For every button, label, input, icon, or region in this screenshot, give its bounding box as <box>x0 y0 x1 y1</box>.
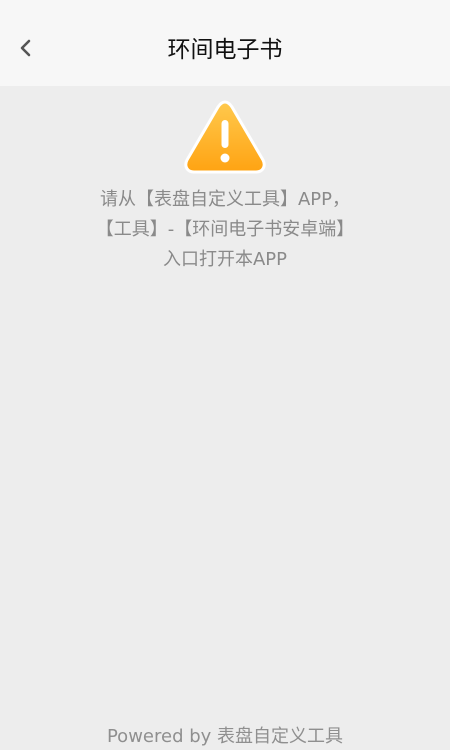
warning-icon <box>184 100 266 174</box>
notice-line: 请从【表盘自定义工具】APP， <box>99 189 351 210</box>
notice-message: 请从【表盘自定义工具】APP， 【工具】-【环间电子书安卓端】 入口打开本APP <box>0 185 450 275</box>
app-screen: 环间电子书 请从【表盘自定义工具】APP， 【工具】-【环间电子书安卓端】 入口… <box>0 0 450 750</box>
notice-line: 入口打开本APP <box>162 249 288 270</box>
top-bar: 环间电子书 <box>0 0 450 86</box>
chevron-left-icon <box>20 39 31 57</box>
powered-by-footer: Powered by 表盘自定义工具 <box>106 726 344 747</box>
page-title: 环间电子书 <box>167 37 283 63</box>
back-button[interactable] <box>8 30 44 66</box>
notice-line: 【工具】-【环间电子书安卓端】 <box>95 219 355 240</box>
